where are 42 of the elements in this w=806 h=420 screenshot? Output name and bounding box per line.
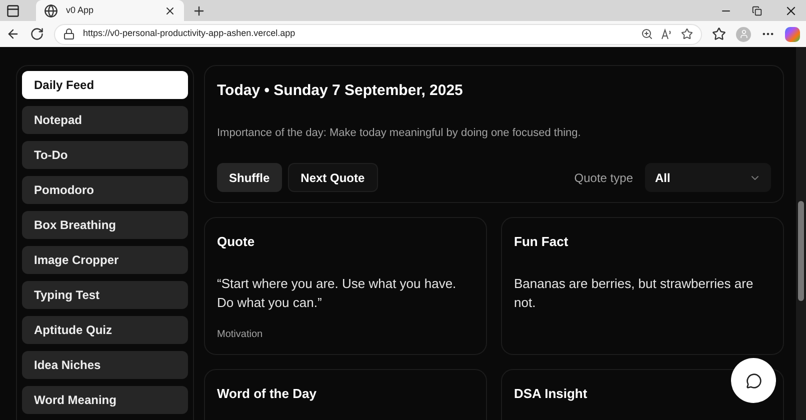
- card-title: DSA Insight: [514, 385, 588, 403]
- importance-text: Importance of the day: Make today meaningful by doing one focused thing.: [217, 126, 582, 140]
- quote-type-label: Quote type: [574, 170, 633, 186]
- sidebar-item[interactable]: Box Breathing: [22, 211, 188, 239]
- address-bar[interactable]: https://v0-personal-productivity-app-ashen.vercel.app: [54, 24, 702, 44]
- restore-icon[interactable]: [752, 6, 762, 16]
- action-button[interactable]: Next Quote: [288, 163, 378, 192]
- globe-icon: [44, 4, 58, 18]
- sidebar-item[interactable]: Aptitude Quiz: [22, 316, 188, 344]
- card-category: Motivation: [217, 328, 264, 342]
- sidebar-item[interactable]: Typing Test: [22, 281, 188, 309]
- url-text: https://v0-personal-productivity-app-ashen.vercel.app: [83, 27, 296, 40]
- browser-tab[interactable]: v0 App: [36, 0, 184, 21]
- card-body: “Start where you are. Use what you have. Do what you can.”: [217, 274, 458, 312]
- back-icon[interactable]: [6, 27, 20, 41]
- favorites-icon[interactable]: [712, 27, 726, 41]
- new-tab-icon[interactable]: [192, 4, 206, 18]
- card-title: Fun Fact: [514, 233, 570, 251]
- date-heading: Today • Sunday 7 September, 2025: [217, 81, 464, 101]
- sidebar-item[interactable]: Idea Niches: [22, 351, 188, 379]
- reload-icon[interactable]: [30, 27, 44, 41]
- card-body: Bananas are berries, but strawberries are not.: [514, 274, 754, 312]
- sidebar-item[interactable]: Word Meaning: [22, 386, 188, 414]
- lock-icon: [63, 28, 75, 40]
- action-button[interactable]: Shuffle: [217, 163, 282, 192]
- sidebar-item[interactable]: Daily Feed: [22, 71, 188, 99]
- close-tab-icon[interactable]: [164, 4, 176, 16]
- sidebar-item[interactable]: To-Do: [22, 141, 188, 169]
- scrollbar[interactable]: [796, 47, 806, 420]
- tab-title: v0 App: [66, 4, 95, 17]
- quote-type-select[interactable]: All: [645, 163, 771, 192]
- zoom-icon[interactable]: [641, 28, 653, 40]
- card-title: Quote: [217, 233, 256, 251]
- read-aloud-icon[interactable]: [661, 28, 673, 40]
- chat-icon: [746, 372, 762, 388]
- card-title: Word of the Day: [217, 385, 318, 403]
- sidebar-item[interactable]: Image Cropper: [22, 246, 188, 274]
- tab-actions-icon[interactable]: [6, 4, 20, 18]
- sidebar-item[interactable]: Pomodoro: [22, 176, 188, 204]
- favorite-icon[interactable]: [681, 28, 693, 40]
- chat-button[interactable]: [731, 358, 776, 403]
- sidebar-item[interactable]: Notepad: [22, 106, 188, 134]
